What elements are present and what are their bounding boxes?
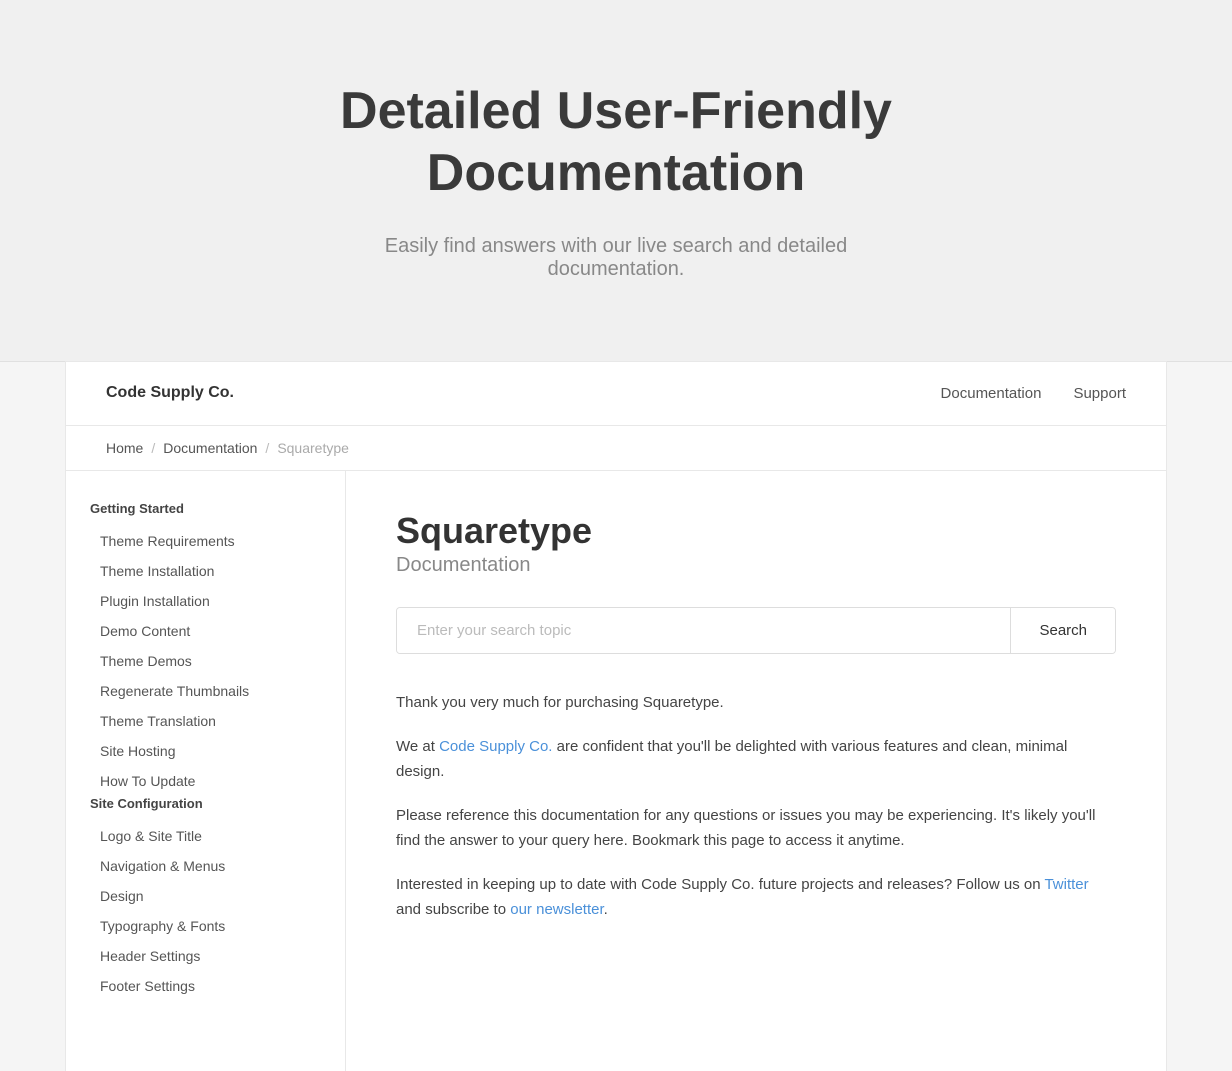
body-paragraph-3: Please reference this documentation for … [396, 803, 1116, 854]
sidebar-item-site-hosting[interactable]: Site Hosting [66, 736, 345, 766]
search-button[interactable]: Search [1010, 608, 1115, 653]
breadcrumb-sep-1: / [151, 440, 155, 456]
breadcrumb-current: Squaretype [277, 440, 349, 456]
navbar: Code Supply Co. Documentation Support [66, 362, 1166, 426]
sidebar-item-navigation-menus[interactable]: Navigation & Menus [66, 851, 345, 881]
sidebar-item-how-to-update[interactable]: How To Update [66, 766, 345, 796]
sidebar-item-theme-demos[interactable]: Theme Demos [66, 646, 345, 676]
sidebar-item-logo-site-title[interactable]: Logo & Site Title [66, 821, 345, 851]
main-content: Squaretype Documentation Search Thank yo… [346, 471, 1166, 1071]
body-text: Thank you very much for purchasing Squar… [396, 690, 1116, 923]
sidebar-section-site-configuration: Site Configuration Logo & Site Title Nav… [66, 796, 345, 1001]
body-paragraph-4: Interested in keeping up to date with Co… [396, 872, 1116, 923]
content-area: Getting Started Theme Requirements Theme… [66, 471, 1166, 1071]
nav-support[interactable]: Support [1073, 385, 1126, 402]
sidebar-item-theme-requirements[interactable]: Theme Requirements [66, 526, 345, 556]
breadcrumb-documentation[interactable]: Documentation [163, 440, 257, 456]
hero-section: Detailed User-Friendly Documentation Eas… [0, 0, 1232, 362]
hero-subtitle: Easily find answers with our live search… [316, 235, 916, 281]
sidebar-item-theme-installation[interactable]: Theme Installation [66, 556, 345, 586]
sidebar-item-header-settings[interactable]: Header Settings [66, 941, 345, 971]
hero-title: Detailed User-Friendly Documentation [266, 80, 966, 205]
breadcrumb-sep-2: / [265, 440, 269, 456]
code-supply-link[interactable]: Code Supply Co. [439, 738, 552, 755]
sidebar-item-plugin-installation[interactable]: Plugin Installation [66, 586, 345, 616]
body-paragraph-1: Thank you very much for purchasing Squar… [396, 690, 1116, 716]
sidebar-item-demo-content[interactable]: Demo Content [66, 616, 345, 646]
breadcrumb-home[interactable]: Home [106, 440, 143, 456]
site-wrapper: Code Supply Co. Documentation Support Ho… [66, 362, 1166, 1071]
page-title: Squaretype [396, 511, 1116, 551]
sidebar: Getting Started Theme Requirements Theme… [66, 471, 346, 1071]
newsletter-link[interactable]: our newsletter [510, 901, 603, 918]
sidebar-item-design[interactable]: Design [66, 881, 345, 911]
navbar-links: Documentation Support [941, 385, 1126, 402]
nav-documentation[interactable]: Documentation [941, 385, 1042, 402]
body-paragraph-2: We at Code Supply Co. are confident that… [396, 734, 1116, 785]
search-bar: Search [396, 607, 1116, 654]
sidebar-item-typography-fonts[interactable]: Typography & Fonts [66, 911, 345, 941]
page-subtitle: Documentation [396, 554, 1116, 577]
sidebar-item-regenerate-thumbnails[interactable]: Regenerate Thumbnails [66, 676, 345, 706]
sidebar-section-title-getting-started: Getting Started [66, 501, 345, 526]
sidebar-section-title-site-configuration: Site Configuration [66, 796, 345, 821]
twitter-link[interactable]: Twitter [1044, 876, 1088, 893]
search-input[interactable] [397, 608, 1010, 653]
sidebar-section-getting-started: Getting Started Theme Requirements Theme… [66, 501, 345, 796]
breadcrumb: Home / Documentation / Squaretype [66, 426, 1166, 471]
navbar-brand: Code Supply Co. [106, 384, 234, 402]
sidebar-item-theme-translation[interactable]: Theme Translation [66, 706, 345, 736]
sidebar-item-footer-settings[interactable]: Footer Settings [66, 971, 345, 1001]
